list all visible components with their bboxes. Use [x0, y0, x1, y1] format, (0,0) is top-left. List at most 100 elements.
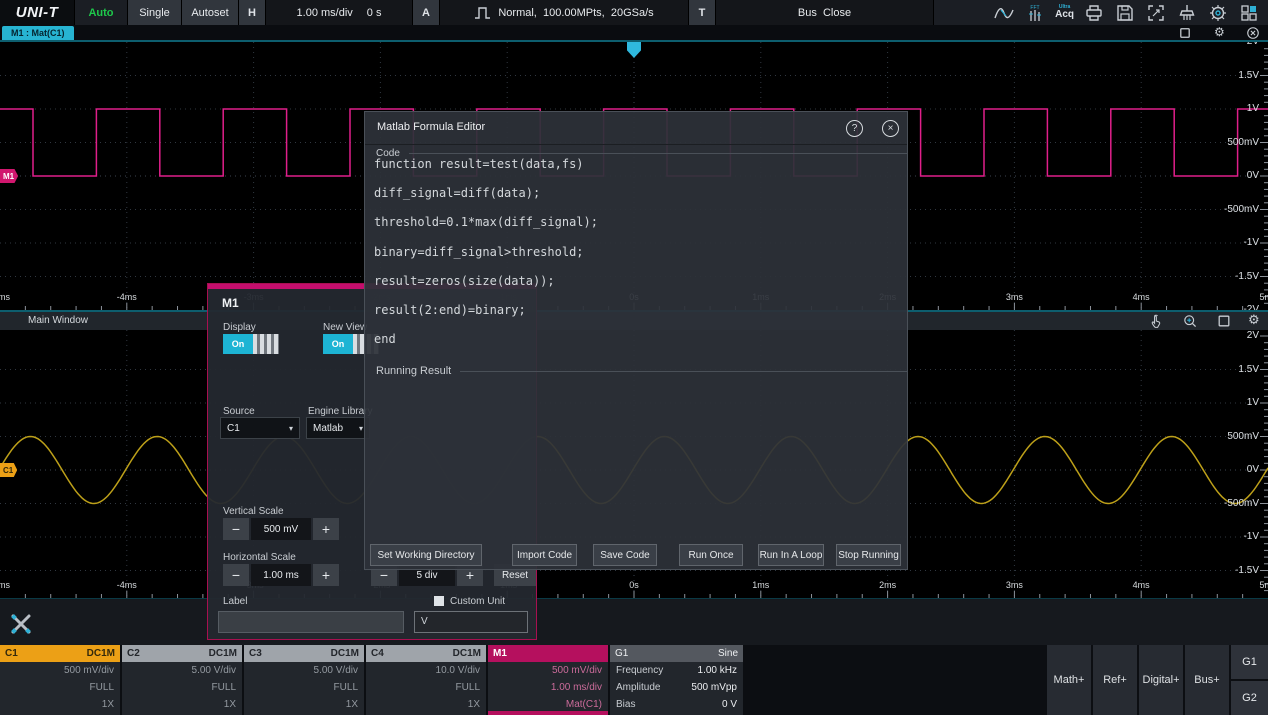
channel-c4-box[interactable]: C4DC1M 10.0 V/div FULL 1X — [366, 645, 486, 715]
v-axis-label: 1V — [1247, 103, 1259, 114]
print-icon[interactable] — [1083, 3, 1105, 23]
horizontal-key-button[interactable]: H — [239, 0, 266, 25]
stop-running-button[interactable]: Stop Running — [836, 544, 901, 566]
t-axis-label: 0s — [629, 580, 639, 590]
v-axis-label: -1.5V — [1235, 565, 1259, 576]
label-input[interactable] — [218, 611, 404, 633]
view-settings-gear-icon[interactable]: ⚙ — [1248, 313, 1260, 328]
trigger-key-button[interactable]: T — [689, 0, 716, 25]
source-label: Source — [223, 406, 255, 417]
v-axis-label: 1.5V — [1238, 364, 1259, 375]
pulse-icon — [474, 5, 492, 21]
zoom-in-icon[interactable] — [1182, 313, 1198, 329]
bus-plus-button[interactable]: Bus+ — [1185, 645, 1229, 715]
close-icon[interactable]: × — [882, 120, 899, 137]
fft-icon[interactable]: FFT — [1024, 3, 1046, 23]
dialog-title-bar[interactable]: Matlab Formula Editor ? × — [365, 112, 907, 145]
engine-library-select[interactable]: Matlab▾ — [306, 417, 370, 439]
pane-window-icon[interactable] — [1178, 26, 1192, 40]
running-result-line — [460, 371, 908, 372]
horizontal-scale-stepper[interactable]: − 1.00 ms + — [223, 564, 339, 586]
pane-settings-gear-icon[interactable]: ⚙ — [1214, 25, 1225, 39]
autoset-button[interactable]: Autoset — [182, 0, 239, 25]
oscilloscope-screen: UNI-T Auto Single Autoset H 1.00 ms/div … — [0, 0, 1268, 715]
bus-status-display[interactable]: Bus Close — [716, 0, 934, 25]
timebase-value: 1.00 ms/div — [297, 7, 353, 19]
tools-icon[interactable] — [8, 611, 34, 637]
ref-plus-button[interactable]: Ref+ — [1093, 645, 1137, 715]
single-button[interactable]: Single — [128, 0, 182, 25]
pane-close-icon[interactable] — [1246, 26, 1260, 40]
unit-input[interactable]: V — [414, 611, 528, 633]
display-label: Display — [223, 322, 256, 333]
channel-c3-box[interactable]: C3DC1M 5.00 V/div FULL 1X — [244, 645, 364, 715]
m1-accent-strip — [488, 711, 608, 715]
main-window-label: Main Window — [28, 315, 88, 326]
t-axis-label: -4ms — [117, 580, 137, 590]
code-section-line — [409, 153, 908, 154]
set-working-directory-button[interactable]: Set Working Directory — [370, 544, 482, 566]
tab-m1-mat-c1[interactable]: M1 : Mat(C1) — [2, 26, 74, 40]
v-axis-label: -1V — [1243, 237, 1259, 248]
label-label: Label — [223, 596, 247, 607]
window-icon[interactable] — [1216, 313, 1232, 329]
channel-status-bar: C1DC1M 500 mV/div FULL 1X C2DC1M 5.00 V/… — [0, 645, 1268, 715]
code-editor[interactable]: function result=test(data,fs) diff_signa… — [374, 157, 598, 347]
v-axis-label: 0V — [1247, 170, 1259, 181]
timebase-display[interactable]: 1.00 ms/div 0 s — [266, 0, 413, 25]
minus-button: − — [223, 564, 249, 586]
v-axis-label: 2V — [1247, 330, 1259, 341]
g2-button[interactable]: G2 — [1231, 681, 1268, 715]
v-axis-label: 500mV — [1227, 137, 1259, 148]
t-axis-label: 4ms — [1133, 580, 1150, 590]
chevron-down-icon: ▾ — [359, 424, 363, 433]
acquire-status-display[interactable]: Normal, 100.00MPts, 20GSa/s — [440, 0, 689, 25]
brush-icon[interactable] — [1176, 3, 1198, 23]
settings-gear-icon[interactable] — [1207, 3, 1229, 23]
vertical-scale-label: Vertical Scale — [223, 506, 284, 517]
save-icon[interactable] — [1114, 3, 1136, 23]
channel-c2-box[interactable]: C2DC1M 5.00 V/div FULL 1X — [122, 645, 242, 715]
channel-c1-box[interactable]: C1DC1M 500 mV/div FULL 1X — [0, 645, 120, 715]
m1-reference-badge[interactable]: M1 — [0, 169, 18, 183]
acquire-key-button[interactable]: A — [413, 0, 440, 25]
dialog-title: Matlab Formula Editor — [377, 121, 485, 133]
v-axis-label: -1.5V — [1235, 271, 1259, 282]
v-axis-label: 1.5V — [1238, 70, 1259, 81]
display-toggle[interactable]: On — [223, 334, 279, 354]
touch-icon[interactable] — [1148, 313, 1164, 329]
running-result-label: Running Result — [376, 365, 451, 377]
layout-grid-icon[interactable] — [1238, 3, 1260, 23]
math-m1-box[interactable]: M1 500 mV/div 1.00 ms/div Mat(C1) — [488, 645, 608, 715]
import-code-button[interactable]: Import Code — [512, 544, 577, 566]
source-select[interactable]: C1▾ — [220, 417, 300, 439]
t-axis-label: -4ms — [117, 292, 137, 302]
t-axis-label: 3ms — [1006, 292, 1023, 302]
custom-unit-label: Custom Unit — [450, 596, 505, 607]
measure-icon[interactable] — [993, 3, 1015, 23]
run-in-a-loop-button[interactable]: Run In A Loop — [758, 544, 824, 566]
math-plus-button[interactable]: Math+ — [1047, 645, 1091, 715]
v-axis-label: 1V — [1247, 397, 1259, 408]
g1-button[interactable]: G1 — [1231, 645, 1268, 679]
v-axis-label: -500mV — [1224, 498, 1259, 509]
plus-button: + — [313, 518, 339, 540]
custom-unit-checkbox[interactable] — [434, 596, 444, 606]
save-code-button[interactable]: Save Code — [593, 544, 657, 566]
v-axis-label: 2V — [1247, 42, 1259, 47]
help-icon[interactable]: ? — [846, 120, 863, 137]
screenshot-icon[interactable] — [1145, 3, 1167, 23]
acquire-info: Normal, 100.00MPts, 20GSa/s — [498, 7, 653, 19]
run-state-indicator[interactable]: Auto — [75, 0, 128, 25]
t-axis-label: 4ms — [1133, 292, 1150, 302]
acquire-ultra-icon[interactable]: Ultra Acq — [1055, 5, 1074, 20]
digital-plus-button[interactable]: Digital+ — [1139, 645, 1183, 715]
uni-t-logo: UNI-T — [0, 0, 75, 25]
c1-reference-badge[interactable]: C1 — [0, 463, 17, 477]
top-toolbar: UNI-T Auto Single Autoset H 1.00 ms/div … — [0, 0, 1268, 25]
vertical-scale-stepper[interactable]: − 500 mV + — [223, 518, 339, 540]
run-once-button[interactable]: Run Once — [679, 544, 743, 566]
t-axis-label: 2ms — [879, 580, 896, 590]
generator-g1-box[interactable]: G1Sine Frequency1.00 kHz Amplitude500 mV… — [610, 645, 743, 715]
new-view-label: New View — [323, 322, 367, 333]
